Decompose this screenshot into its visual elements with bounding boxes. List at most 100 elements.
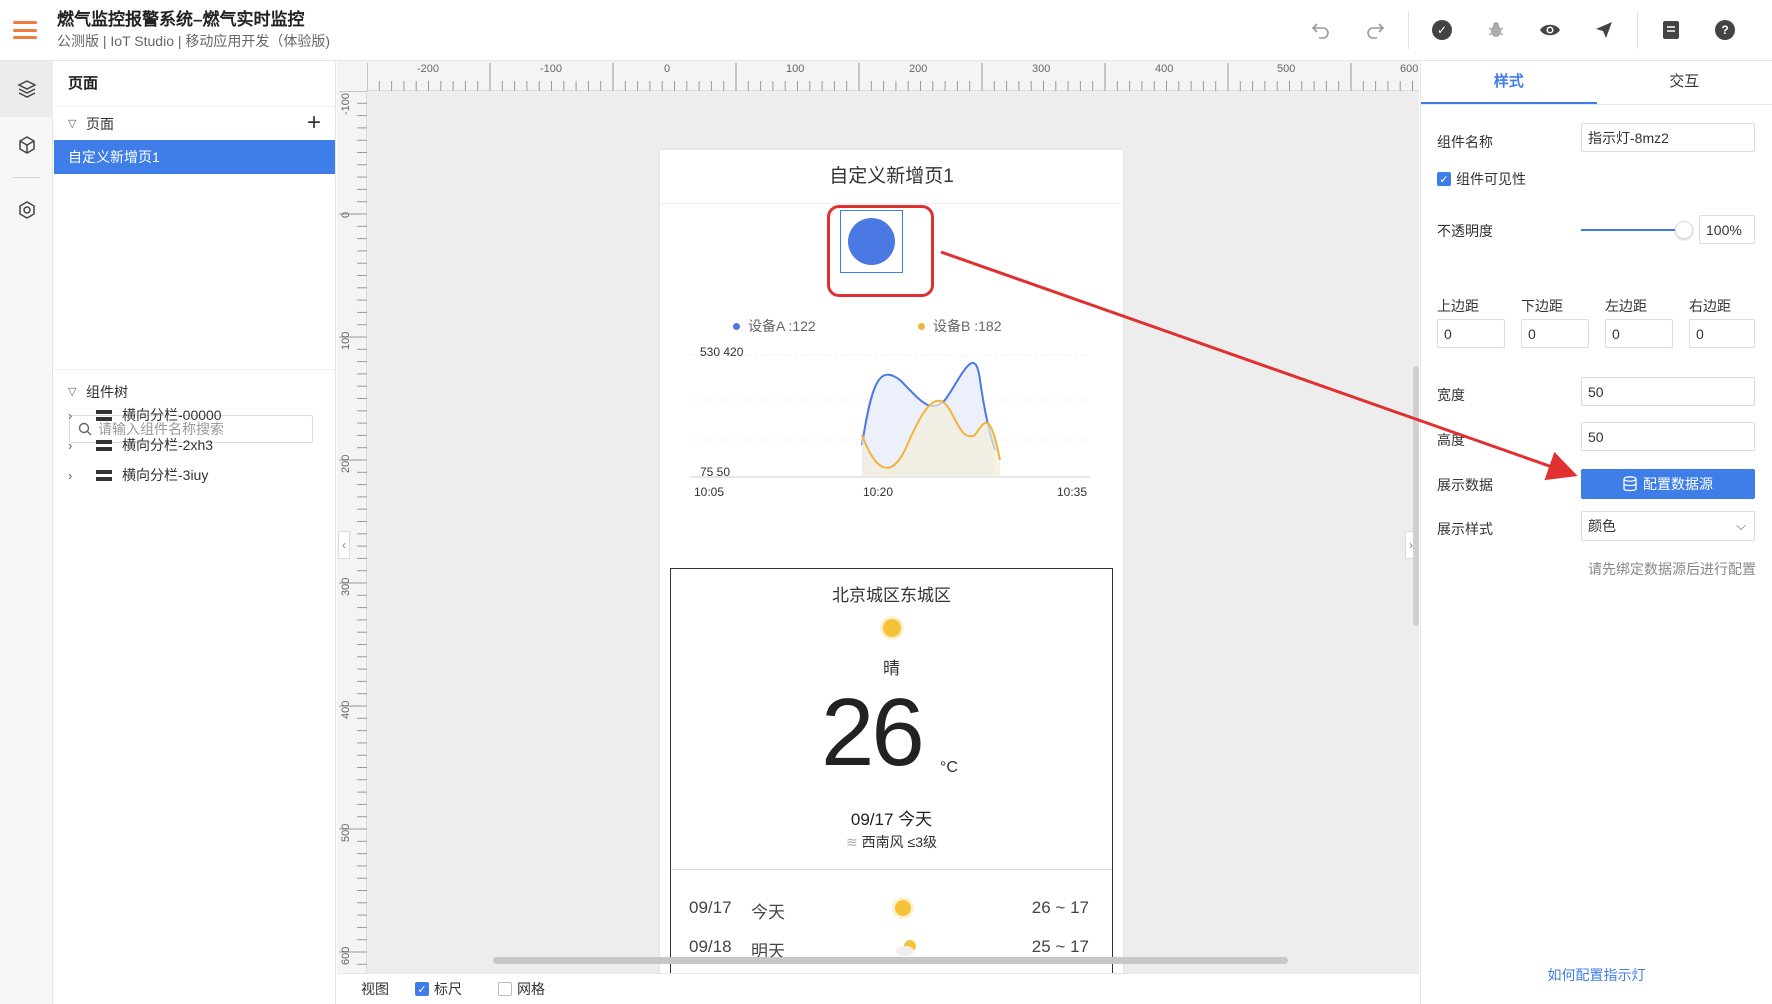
- tree-item-label: 横向分栏-3iuy: [122, 467, 209, 483]
- legend-item-b: 设备B :182: [918, 316, 1001, 336]
- preview-button[interactable]: [1523, 0, 1577, 60]
- settings-rail-button[interactable]: [0, 182, 53, 238]
- visibility-row: ✓ 组件可见性: [1437, 169, 1526, 189]
- eye-icon: [1540, 24, 1560, 36]
- display-style-value: 颜色: [1588, 518, 1616, 534]
- toolbar: ✓ ?: [1294, 0, 1752, 60]
- app-title: 燃气监控报警系统–燃气实时监控: [57, 10, 305, 29]
- tree-item-hbar-3iuy[interactable]: › 横向分栏-3iuy: [68, 460, 208, 490]
- ruler-label: 标尺: [434, 981, 462, 997]
- undo-icon: [1311, 23, 1329, 39]
- collapse-left-icon[interactable]: ‹: [338, 531, 350, 559]
- ruler-top-label: 100: [786, 63, 805, 75]
- ruler-top-label: 0: [664, 63, 671, 75]
- x-tick: 10:35: [1057, 485, 1087, 499]
- tree-item-label: 横向分栏-2xh3: [122, 437, 214, 453]
- tab-style[interactable]: 样式: [1421, 61, 1597, 104]
- redo-button[interactable]: [1348, 0, 1402, 60]
- ruler-left-label: 0: [340, 211, 352, 218]
- ruler-top-label: 400: [1155, 63, 1174, 75]
- page-item-custom-1[interactable]: 自定义新增页1: [54, 140, 335, 174]
- opacity-slider-handle[interactable]: [1675, 221, 1693, 239]
- page-panel: 页面 ▽ 页面 + 自定义新增页1 ▽ 组件树 › 横向分栏-00000 › 横…: [54, 61, 336, 1004]
- document-button[interactable]: [1644, 0, 1698, 60]
- weather-wind: ≋ 西南风 ≤3级: [671, 832, 1112, 852]
- height-input[interactable]: [1581, 422, 1755, 451]
- weather-city: 北京城区东城区: [832, 586, 951, 605]
- forecast-range: 26 ~ 17: [1031, 898, 1089, 917]
- ruler-left-label: 300: [340, 577, 352, 596]
- temperature-unit: °C: [940, 759, 958, 776]
- phone-artboard[interactable]: 自定义新增页1 设备A :122 设备B :182 530 420 75 50 …: [660, 150, 1123, 973]
- display-style-select[interactable]: 颜色 ⌵: [1581, 511, 1755, 541]
- x-tick: 10:20: [863, 485, 893, 499]
- section-divider: [54, 369, 336, 370]
- annotation-highlight: [827, 205, 934, 297]
- width-input[interactable]: [1581, 377, 1755, 406]
- configure-datasource-label: 配置数据源: [1643, 476, 1713, 492]
- tree-item-hbar-2xh3[interactable]: › 横向分栏-2xh3: [68, 430, 213, 460]
- grid-checkbox[interactable]: [498, 982, 512, 996]
- margin-bottom-label: 下边距: [1521, 298, 1563, 314]
- opacity-label: 不透明度: [1437, 223, 1493, 239]
- tree-item-label: 横向分栏-00000: [122, 407, 222, 423]
- ruler-checkbox[interactable]: ✓: [415, 982, 429, 996]
- ruler-top-label: -100: [540, 63, 563, 75]
- forecast-range: 25 ~ 17: [1031, 937, 1089, 956]
- weather-divider: [671, 869, 1112, 870]
- undo-button[interactable]: [1294, 0, 1348, 60]
- forecast-date: 09/17: [689, 898, 732, 917]
- ruler-top-label: 600: [1400, 63, 1419, 75]
- line-chart: 530 420 75 50 10:05 10:20 10:35: [690, 345, 1090, 499]
- components-rail-button[interactable]: [0, 117, 53, 173]
- ruler-left[interactable]: -100 0 100 200 300 400 500 600: [337, 61, 367, 973]
- configure-datasource-button[interactable]: 配置数据源: [1581, 469, 1755, 499]
- ruler-corner: [337, 61, 367, 91]
- opacity-slider-track[interactable]: [1581, 229, 1681, 231]
- ruler-left-label: 100: [340, 331, 352, 350]
- margin-right-input[interactable]: [1689, 319, 1755, 348]
- columns-icon: [96, 469, 112, 481]
- vertical-scrollbar[interactable]: [1413, 366, 1419, 626]
- debug-button[interactable]: [1469, 0, 1523, 60]
- menu-icon[interactable]: [13, 21, 37, 39]
- chevron-right-icon[interactable]: ›: [68, 468, 82, 483]
- legend-label: 设备B :182: [933, 318, 1002, 334]
- help-link[interactable]: 如何配置指示灯: [1421, 965, 1772, 985]
- view-label: 视图: [361, 981, 389, 997]
- wind-icon: ≋: [846, 834, 862, 850]
- design-canvas[interactable]: -200 -100 0 100 200 300 400 500 600 -100…: [337, 61, 1419, 973]
- check-button[interactable]: ✓: [1415, 0, 1469, 60]
- ruler-top[interactable]: -200 -100 0 100 200 300 400 500 600: [337, 61, 1419, 91]
- tree-section-label: 组件树: [86, 383, 128, 400]
- publish-button[interactable]: [1577, 0, 1631, 60]
- horizontal-scrollbar[interactable]: [493, 957, 1288, 964]
- opacity-input[interactable]: [1699, 215, 1755, 244]
- margin-left-input[interactable]: [1605, 319, 1673, 348]
- margin-top-input[interactable]: [1437, 319, 1505, 348]
- component-name-input[interactable]: [1581, 123, 1755, 152]
- ruler-top-label: 500: [1277, 63, 1296, 75]
- x-tick: 10:05: [694, 485, 724, 499]
- margin-left-label: 左边距: [1605, 298, 1647, 314]
- chevron-right-icon[interactable]: ›: [68, 408, 82, 423]
- ruler-top-ticks: [366, 63, 1413, 91]
- help-button[interactable]: ?: [1698, 0, 1752, 60]
- layers-rail-button[interactable]: [0, 61, 53, 117]
- tree-item-hbar-00000[interactable]: › 横向分栏-00000: [68, 400, 222, 430]
- check-circle-icon: ✓: [1432, 20, 1452, 40]
- chevron-right-icon[interactable]: ›: [68, 438, 82, 453]
- add-page-icon[interactable]: +: [307, 111, 321, 135]
- y-tick-bottom: 75 50: [700, 465, 730, 479]
- visibility-checkbox[interactable]: ✓: [1437, 172, 1451, 186]
- chevron-down-icon: ⌵: [1736, 518, 1746, 533]
- legend-item-a: 设备A :122: [733, 316, 816, 336]
- margin-bottom-input[interactable]: [1521, 319, 1589, 348]
- rail-divider: [12, 177, 40, 178]
- weather-card[interactable]: 北京城区东城区 晴 26 °C 09/17 今天 ≋ 西南风 ≤3级 09/17…: [670, 568, 1113, 973]
- tab-interaction[interactable]: 交互: [1597, 61, 1772, 104]
- sun-icon: [895, 900, 911, 916]
- pages-section-header[interactable]: ▽ 页面 +: [54, 107, 335, 140]
- datasource-hint: 请先绑定数据源后进行配置: [1588, 561, 1756, 577]
- ruler-left-label: -100: [340, 92, 352, 115]
